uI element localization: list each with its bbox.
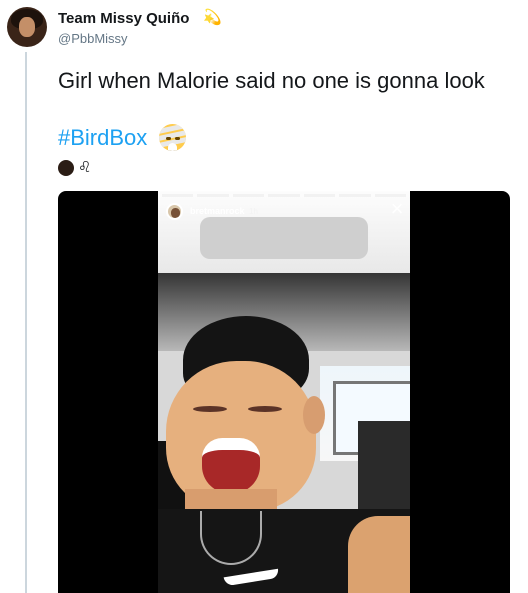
author-display-name[interactable]: Team Missy Quiño [58, 10, 189, 27]
name-emoji: 💫 [203, 9, 222, 26]
avatar-face [19, 17, 35, 37]
author-handle[interactable]: @PbbMissy [58, 31, 128, 46]
story-progress-bar [162, 194, 406, 197]
story-frame[interactable]: bretmanrock 1h × [158, 191, 410, 593]
tweet-text: Girl when Malorie said no one is gonna l… [58, 68, 485, 93]
author-avatar[interactable] [7, 7, 47, 47]
mini-avatar [58, 160, 74, 176]
story-username[interactable]: bretmanrock [190, 206, 245, 216]
person-laughing-mouth [202, 438, 260, 494]
person-ear [303, 396, 325, 434]
close-icon[interactable]: × [388, 198, 406, 220]
person-left-eye [193, 406, 227, 412]
story-time: 1h [249, 207, 258, 216]
story-user-avatar[interactable] [166, 203, 183, 220]
embedded-video[interactable]: bretmanrock 1h × [58, 191, 510, 593]
ceiling-light [200, 217, 368, 259]
thread-connector [25, 52, 27, 593]
person-right-eye [248, 406, 282, 412]
leo-zodiac-icon: ♌ [78, 159, 92, 176]
person-arm [348, 516, 410, 593]
hashtag-link[interactable]: #BirdBox [58, 123, 147, 152]
mummy-emoji [159, 124, 186, 151]
